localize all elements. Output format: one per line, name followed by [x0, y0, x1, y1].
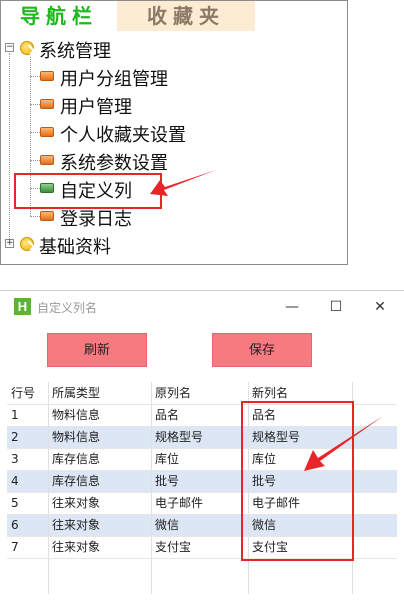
collapse-toggle[interactable]: − — [5, 43, 14, 52]
tree-guide-line — [9, 53, 10, 243]
row-number-cell: 7 — [11, 540, 19, 554]
folder-root-icon — [20, 237, 34, 251]
expand-toggle[interactable]: + — [5, 239, 14, 248]
type-cell: 物料信息 — [52, 408, 101, 422]
window-titlebar[interactable]: H 自定义列名 — ☐ ✕ — [0, 291, 404, 323]
row-number-cell: 1 — [11, 408, 19, 422]
tree-guide-line — [30, 76, 40, 77]
original-name-cell: 电子邮件 — [155, 496, 204, 510]
close-button[interactable]: ✕ — [366, 295, 394, 319]
tab-navigation[interactable]: 导航栏 — [1, 1, 117, 31]
nav-tab-bar: 导航栏 收藏夹 — [1, 1, 255, 31]
tree-item-system-parameter-settings[interactable]: 系统参数设置 — [60, 149, 168, 175]
original-name-cell: 库位 — [155, 452, 180, 466]
type-cell: 库存信息 — [52, 452, 101, 466]
row-number-cell: 2 — [11, 430, 19, 444]
original-name-cell: 品名 — [155, 408, 180, 422]
row-number-cell: 5 — [11, 496, 19, 510]
column-header-original-name[interactable]: 原列名 — [151, 382, 248, 404]
refresh-button[interactable]: 刷新 — [47, 333, 147, 367]
tree-guide-line — [30, 132, 40, 133]
grid-column-divider — [48, 382, 49, 594]
window-title: 自定义列名 — [37, 301, 98, 315]
row-number-cell: 3 — [11, 452, 19, 466]
type-cell: 物料信息 — [52, 430, 101, 444]
leaf-item-icon — [40, 127, 54, 137]
original-name-cell: 规格型号 — [155, 430, 204, 444]
type-cell: 往来对象 — [52, 496, 101, 510]
row-number-cell: 6 — [11, 518, 19, 532]
leaf-item-icon — [40, 99, 54, 109]
save-button[interactable]: 保存 — [212, 333, 312, 367]
folder-root-icon — [20, 41, 34, 55]
minimize-button[interactable]: — — [278, 295, 306, 319]
grid-column-divider — [151, 382, 152, 594]
tree-guide-line — [30, 216, 40, 217]
column-header-type[interactable]: 所属类型 — [48, 382, 151, 404]
column-header-row-number[interactable]: 行号 — [7, 382, 48, 404]
tree-guide-line — [30, 160, 40, 161]
app-logo-icon: H — [14, 298, 31, 315]
leaf-item-icon — [40, 211, 54, 221]
row-number-cell: 4 — [11, 474, 19, 488]
tree-item-system-management[interactable]: 系统管理 — [39, 37, 111, 63]
annotation-highlight-box — [14, 173, 162, 209]
original-name-cell: 批号 — [155, 474, 180, 488]
annotation-highlight-box — [241, 401, 354, 561]
type-cell: 往来对象 — [52, 518, 101, 532]
original-name-cell: 微信 — [155, 518, 180, 532]
leaf-item-icon — [40, 71, 54, 81]
leaf-item-icon — [40, 155, 54, 165]
type-cell: 往来对象 — [52, 540, 101, 554]
tree-item-personal-favorites-settings[interactable]: 个人收藏夹设置 — [60, 121, 186, 147]
tab-favorites[interactable]: 收藏夹 — [117, 1, 255, 31]
maximize-button[interactable]: ☐ — [322, 295, 350, 319]
type-cell: 库存信息 — [52, 474, 101, 488]
original-name-cell: 支付宝 — [155, 540, 192, 554]
navigation-panel: 导航栏 收藏夹 − 系统管理 用户分组管理 用户管理 个人收藏夹设置 系统参数设… — [0, 0, 348, 265]
tree-guide-line — [30, 104, 40, 105]
tree-item-user-management[interactable]: 用户管理 — [60, 93, 132, 119]
tree-item-user-group-management[interactable]: 用户分组管理 — [60, 65, 168, 91]
tree-item-basic-data[interactable]: 基础资料 — [39, 233, 111, 259]
